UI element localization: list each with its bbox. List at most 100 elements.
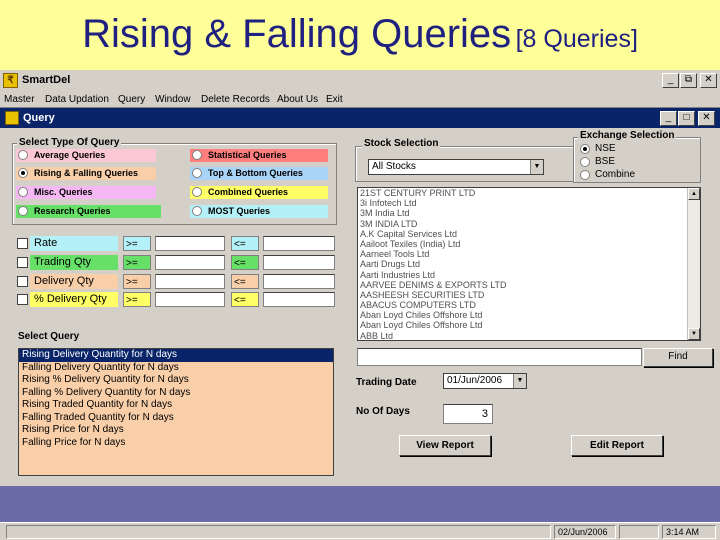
dialog-close-button[interactable]: ✕ (698, 111, 715, 126)
menu-data-updation[interactable]: Data Updation (45, 94, 109, 105)
pct-delivery-qty-checkbox[interactable] (17, 294, 28, 305)
view-report-button[interactable]: View Report (399, 435, 491, 456)
stock-list-item[interactable]: Aarti Industries Ltd (358, 270, 700, 280)
exchange-option-combine[interactable]: Combine (580, 169, 650, 181)
menu-query[interactable]: Query (118, 94, 145, 105)
rate-max-input[interactable] (263, 236, 335, 251)
dialog-minimize-button[interactable]: _ (660, 111, 677, 126)
query-list-item[interactable]: Rising Price for N days (19, 424, 333, 437)
radio-icon[interactable] (192, 150, 202, 160)
exchange-option-nse[interactable]: NSE (580, 143, 640, 155)
trading-date-picker[interactable]: 01/Jun/2006 ▼ (443, 373, 527, 389)
delivery-qty-label: Delivery Qty (30, 274, 118, 289)
pct-delivery-qty-op-max[interactable]: <= (231, 292, 259, 307)
query-list[interactable]: Rising Delivery Quantity for N days Fall… (18, 348, 334, 476)
query-type-combined[interactable]: Combined Queries (190, 186, 328, 199)
stock-list-item[interactable]: Aarneel Tools Ltd (358, 249, 700, 259)
delivery-qty-checkbox[interactable] (17, 276, 28, 287)
radio-selected-icon[interactable] (580, 144, 590, 154)
stock-list-item[interactable]: Aarti Drugs Ltd (358, 259, 700, 269)
stock-list-item[interactable]: Aban Loyd Chiles Offshore Ltd (358, 310, 700, 320)
radio-icon[interactable] (192, 187, 202, 197)
trading-qty-label: Trading Qty (30, 255, 118, 270)
app-minimize-button[interactable]: _ (662, 73, 679, 88)
query-list-item[interactable]: Rising Traded Quantity for N days (19, 399, 333, 412)
slide-title-main: Rising & Falling Queries (82, 12, 512, 56)
radio-icon[interactable] (192, 168, 202, 178)
no-of-days-input[interactable]: 3 (443, 404, 493, 424)
query-type-misc[interactable]: Misc. Queries (16, 186, 156, 199)
stock-list-item[interactable]: Aailoot Texiles (India) Ltd (358, 239, 700, 249)
rate-label: Rate (30, 236, 118, 251)
rate-min-input[interactable] (155, 236, 225, 251)
query-type-most[interactable]: MOST Queries (190, 205, 328, 218)
menu-window[interactable]: Window (155, 94, 191, 105)
trading-qty-op-min[interactable]: >= (123, 255, 151, 270)
stock-list-item[interactable]: AASHEESH SECURITIES LTD (358, 290, 700, 300)
stock-list-item[interactable]: AARVEE DENIMS & EXPORTS LTD (358, 280, 700, 290)
query-list-item[interactable]: Falling Delivery Quantity for N days (19, 362, 333, 375)
stock-list[interactable]: 21ST CENTURY PRINT LTD 3i Infotech Ltd 3… (357, 187, 701, 341)
delivery-qty-op-min[interactable]: >= (123, 274, 151, 289)
query-type-rising-falling[interactable]: Rising & Falling Queries (16, 167, 156, 180)
stock-selection-dropdown[interactable]: All Stocks ▼ (368, 159, 544, 175)
chevron-down-icon[interactable]: ▼ (513, 374, 526, 388)
stock-list-item[interactable]: Aban Loyd Chiles Offshore Ltd (358, 320, 700, 330)
trading-qty-max-input[interactable] (263, 255, 335, 270)
pct-delivery-qty-op-min[interactable]: >= (123, 292, 151, 307)
app-close-button[interactable]: ✕ (700, 73, 717, 88)
delivery-qty-op-max[interactable]: <= (231, 274, 259, 289)
status-message (6, 525, 551, 539)
stock-list-scrollbar[interactable]: ▲ ▼ (687, 188, 700, 340)
query-list-item[interactable]: Falling % Delivery Quantity for N days (19, 387, 333, 400)
query-list-item[interactable]: Rising Delivery Quantity for N days (19, 349, 333, 362)
find-button[interactable]: Find (643, 348, 713, 367)
radio-icon[interactable] (580, 157, 590, 167)
chevron-down-icon[interactable]: ▼ (530, 160, 543, 174)
rate-op-max[interactable]: <= (231, 236, 259, 251)
status-time: 3:14 AM (662, 525, 716, 539)
trading-qty-min-input[interactable] (155, 255, 225, 270)
stock-list-item[interactable]: 3i Infotech Ltd (358, 198, 700, 208)
radio-icon[interactable] (580, 170, 590, 180)
query-type-top-bottom[interactable]: Top & Bottom Queries (190, 167, 328, 180)
radio-icon[interactable] (18, 150, 28, 160)
trading-qty-op-max[interactable]: <= (231, 255, 259, 270)
menu-about-us[interactable]: About Us (277, 94, 318, 105)
pct-delivery-qty-min-input[interactable] (155, 292, 225, 307)
radio-icon[interactable] (192, 206, 202, 216)
stock-list-item[interactable]: ABACUS COMPUTERS LTD (358, 300, 700, 310)
delivery-qty-min-input[interactable] (155, 274, 225, 289)
stock-list-item[interactable]: 21ST CENTURY PRINT LTD (358, 188, 700, 198)
stock-list-item[interactable]: A.K Capital Services Ltd (358, 229, 700, 239)
edit-report-button[interactable]: Edit Report (571, 435, 663, 456)
radio-icon[interactable] (18, 187, 28, 197)
query-type-average[interactable]: Average Queries (16, 149, 156, 162)
menu-master[interactable]: Master (4, 94, 35, 105)
stock-list-item[interactable]: 3M India Ltd (358, 208, 700, 218)
rate-checkbox[interactable] (17, 238, 28, 249)
trading-date-value: 01/Jun/2006 (447, 375, 503, 386)
query-list-item[interactable]: Falling Traded Quantity for N days (19, 412, 333, 425)
scroll-down-icon[interactable]: ▼ (688, 328, 700, 340)
pct-delivery-qty-max-input[interactable] (263, 292, 335, 307)
delivery-qty-max-input[interactable] (263, 274, 335, 289)
dialog-maximize-button[interactable]: □ (678, 111, 695, 126)
query-list-item[interactable]: Rising % Delivery Quantity for N days (19, 374, 333, 387)
radio-selected-icon[interactable] (18, 168, 28, 178)
rate-op-min[interactable]: >= (123, 236, 151, 251)
query-type-statistical[interactable]: Statistical Queries (190, 149, 328, 162)
stock-list-item[interactable]: ABB Ltd (358, 331, 700, 340)
select-query-label: Select Query (18, 331, 80, 342)
stock-list-item[interactable]: 3M INDIA LTD (358, 219, 700, 229)
app-restore-button[interactable]: ⧉ (680, 73, 697, 88)
trading-qty-checkbox[interactable] (17, 257, 28, 268)
menu-delete-records[interactable]: Delete Records (201, 94, 270, 105)
query-type-research[interactable]: Research Queries (16, 205, 161, 218)
exchange-option-bse[interactable]: BSE (580, 156, 640, 168)
query-list-item[interactable]: Falling Price for N days (19, 437, 333, 450)
find-input[interactable] (357, 348, 642, 366)
scroll-up-icon[interactable]: ▲ (688, 188, 700, 200)
menu-exit[interactable]: Exit (326, 94, 343, 105)
radio-icon[interactable] (18, 206, 28, 216)
